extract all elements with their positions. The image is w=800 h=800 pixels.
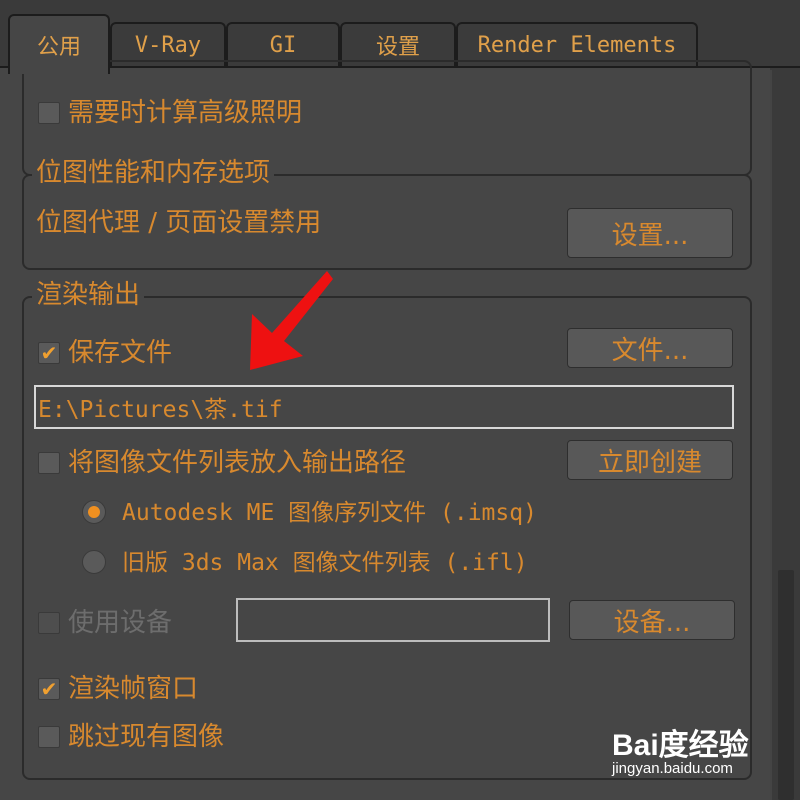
put-image-list-checkbox[interactable] — [38, 452, 60, 474]
skip-existing-images-label: 跳过现有图像 — [68, 722, 225, 752]
render-output-title: 渲染输出 — [32, 280, 145, 310]
checkmark-icon: ✔ — [40, 341, 58, 365]
baidu-jingyan-watermark: Bai度经验 jingyan.baidu.com — [612, 712, 762, 782]
tab-common[interactable]: 公用 — [8, 14, 110, 74]
autodesk-imsq-radio[interactable] — [82, 500, 106, 524]
skip-existing-images-checkbox[interactable] — [38, 726, 60, 748]
output-path-field[interactable]: E:\Pictures\茶.tif — [34, 385, 734, 429]
file-button[interactable]: 文件... — [567, 328, 733, 368]
legacy-ifl-label: 旧版 3ds Max 图像文件列表 (.ifl) — [122, 550, 528, 576]
save-file-label: 保存文件 — [68, 338, 173, 368]
rendered-frame-window-checkbox[interactable]: ✔ — [38, 678, 60, 700]
checkmark-icon: ✔ — [40, 677, 58, 701]
compute-advanced-lighting-checkbox[interactable] — [38, 102, 60, 124]
rendered-frame-window-label: 渲染帧窗口 — [68, 674, 199, 704]
bitmap-settings-button[interactable]: 设置... — [567, 208, 733, 258]
bitmap-proxy-status: 位图代理 / 页面设置禁用 — [36, 208, 322, 238]
bitmap-performance-title: 位图性能和内存选项 — [32, 158, 275, 188]
watermark-url: jingyan.baidu.com — [612, 760, 733, 777]
legacy-ifl-radio[interactable] — [82, 550, 106, 574]
compute-advanced-lighting-label: 需要时计算高级照明 — [68, 98, 303, 128]
create-now-button[interactable]: 立即创建 — [567, 440, 733, 480]
save-file-checkbox[interactable]: ✔ — [38, 342, 60, 364]
render-output-group — [22, 296, 752, 780]
watermark-logo: Bai度经验 — [612, 729, 749, 762]
autodesk-imsq-label: Autodesk ME 图像序列文件 (.imsq) — [122, 500, 537, 526]
use-device-checkbox[interactable] — [38, 612, 60, 634]
put-image-list-label: 将图像文件列表放入输出路径 — [68, 448, 407, 478]
devices-button[interactable]: 设备... — [569, 600, 735, 640]
device-field[interactable] — [236, 598, 550, 642]
output-path-value: E:\Pictures\茶.tif — [38, 397, 283, 423]
scrollbar-thumb[interactable] — [778, 570, 794, 800]
use-device-label: 使用设备 — [68, 608, 173, 638]
